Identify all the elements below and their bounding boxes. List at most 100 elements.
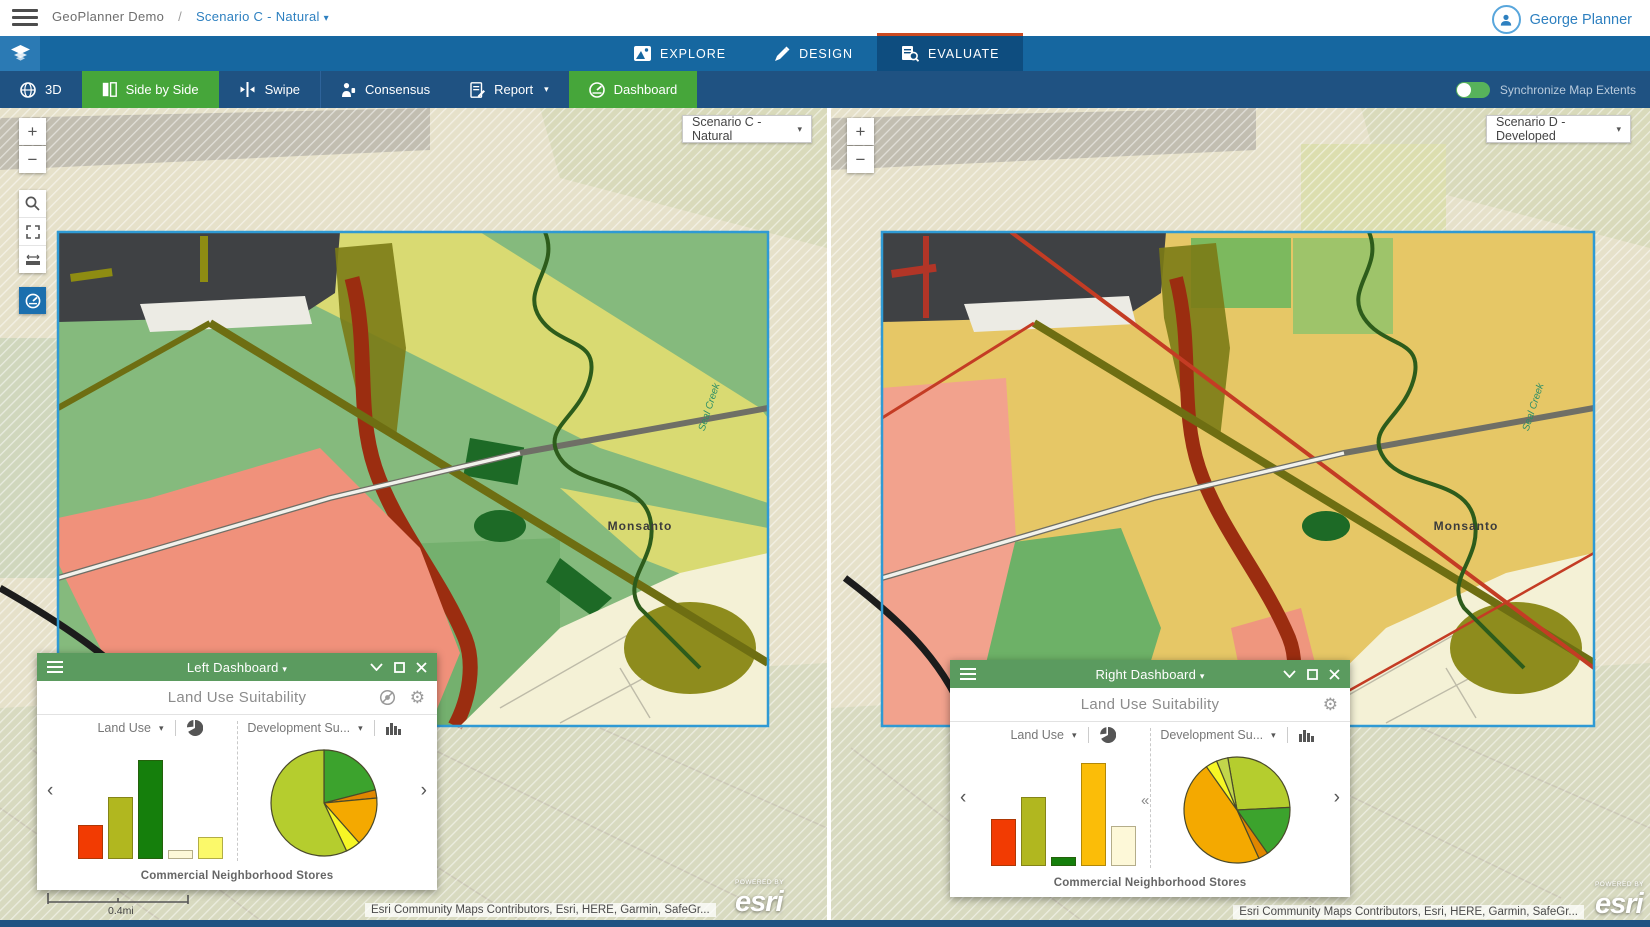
measure-button[interactable] [19, 246, 46, 273]
bar-1 [108, 797, 133, 859]
map-label-monsanto-right: Monsanto [1434, 519, 1499, 533]
gear-icon[interactable]: ⚙ [1323, 695, 1338, 715]
report-button[interactable]: Report ▾ [450, 71, 569, 108]
chevron-down-icon: ▾ [282, 664, 287, 674]
attribution-left: Esri Community Maps Contributors, Esri, … [365, 903, 716, 917]
prev-page-arrow[interactable]: ‹ [960, 788, 966, 807]
chevron-down-icon: ▾ [1072, 730, 1077, 741]
left-dashboard-body: ‹ › Land Use ▾ Development Su... ▾ [37, 715, 437, 867]
swipe-button[interactable]: Swipe [219, 71, 320, 108]
bar-chart-icon[interactable] [1299, 728, 1314, 742]
bar-4 [1111, 826, 1136, 866]
explore-icon [634, 46, 651, 61]
development-suitability-widget: Development Su... ▾ [243, 715, 405, 859]
next-page-arrow[interactable]: › [1334, 788, 1340, 807]
close-icon[interactable] [1329, 669, 1340, 680]
dashboard-footer-label: Commercial Neighborhood Stores [37, 867, 437, 894]
maximize-icon[interactable] [394, 662, 405, 673]
tab-label: DESIGN [799, 47, 853, 61]
bar-2 [1051, 857, 1076, 866]
zoom-in-button[interactable]: + [19, 118, 46, 145]
collapse-icon[interactable] [1283, 670, 1296, 678]
tab-evaluate[interactable]: EVALUATE [877, 33, 1023, 71]
toolbar-label: 3D [45, 82, 62, 97]
user-menu[interactable]: George Planner [1492, 5, 1632, 34]
scenario-selector-right[interactable]: Scenario D - Developed ▾ [1486, 115, 1631, 143]
avatar [1492, 5, 1521, 34]
chevron-down-icon: ▾ [324, 13, 329, 24]
dashboard-footer-label: Commercial Neighborhood Stores [950, 874, 1350, 901]
widget-divider [237, 721, 238, 861]
synchronize-label: Synchronize Map Extents [1500, 83, 1636, 97]
tab-design[interactable]: DESIGN [750, 36, 877, 71]
app-title: GeoPlanner Demo [52, 9, 164, 24]
search-icon [25, 196, 40, 211]
left-dashboard-header[interactable]: Left Dashboard ▾ [37, 653, 437, 681]
globe-icon [20, 82, 36, 98]
attribution-right: Esri Community Maps Contributors, Esri, … [1233, 905, 1584, 919]
visibility-icon[interactable] [379, 689, 396, 706]
land-use-bar-chart [991, 754, 1136, 866]
bar-chart-icon[interactable] [386, 721, 401, 735]
pie-chart-icon[interactable] [1100, 727, 1116, 743]
close-icon[interactable] [416, 662, 427, 673]
pie-chart-icon[interactable] [187, 720, 203, 736]
scenario-breadcrumb-dropdown[interactable]: Scenario C - Natural ▾ [196, 9, 329, 24]
person-icon [1499, 13, 1513, 27]
measure-icon [25, 254, 41, 266]
full-extent-button[interactable] [19, 218, 46, 246]
toggle-knob [1457, 83, 1471, 97]
chevron-down-icon: ▾ [1616, 124, 1621, 135]
zoom-in-button-right[interactable]: + [847, 118, 874, 145]
side-by-side-button[interactable]: Side by Side [82, 71, 219, 108]
search-button[interactable] [19, 190, 46, 218]
development-suitability-pie-chart [1156, 748, 1318, 866]
scenario-selector-label: Scenario D - Developed [1496, 115, 1608, 143]
chevron-down-icon: ▾ [544, 84, 549, 95]
dashboard-map-tool-button[interactable] [19, 287, 46, 314]
prev-page-arrow[interactable]: ‹ [47, 781, 53, 800]
nav-bar: EXPLORE DESIGN EVALUATE [0, 36, 1650, 71]
scale-bar: 0.4mi [42, 891, 197, 915]
layers-icon [11, 45, 30, 62]
widget-selector[interactable]: Development Su... [247, 721, 350, 735]
right-dashboard-body: ‹ › « Land Use ▾ Development Su... ▾ [950, 722, 1350, 874]
right-dashboard-header[interactable]: Right Dashboard ▾ [950, 660, 1350, 688]
evaluate-toolbar: 3D Side by Side Swipe Consensus Report ▾ [0, 71, 1650, 108]
development-suitability-pie-chart [243, 741, 405, 859]
hamburger-menu-icon[interactable] [12, 9, 38, 27]
consensus-button[interactable]: Consensus [321, 71, 450, 108]
mode-tabs: EXPLORE DESIGN EVALUATE [610, 36, 1023, 71]
scenario-selector-left[interactable]: Scenario C - Natural ▾ [682, 115, 812, 143]
zoom-out-button[interactable]: − [19, 146, 46, 173]
zoom-out-button-right[interactable]: − [847, 146, 874, 173]
layers-button[interactable] [0, 36, 40, 71]
bottom-strip [0, 920, 1650, 927]
tab-explore[interactable]: EXPLORE [610, 36, 750, 71]
tab-label: EXPLORE [660, 47, 726, 61]
gear-icon[interactable]: ⚙ [410, 688, 425, 708]
bar-0 [78, 825, 103, 859]
dashboard-button[interactable]: Dashboard [569, 71, 698, 108]
user-name: George Planner [1530, 12, 1632, 28]
suitability-title: Land Use Suitability [950, 696, 1350, 713]
right-dashboard-panel: Right Dashboard ▾ Land Use Suitability ⚙… [950, 660, 1350, 897]
widget-selector[interactable]: Development Su... [1160, 728, 1263, 742]
pencil-icon [774, 46, 790, 62]
toolbar-label: Swipe [265, 82, 300, 97]
land-use-widget: Land Use ▾ [982, 722, 1144, 866]
breadcrumb: GeoPlanner Demo / Scenario C - Natural ▾ [52, 9, 329, 24]
land-use-widget: Land Use ▾ [69, 715, 231, 859]
maximize-icon[interactable] [1307, 669, 1318, 680]
widget-selector[interactable]: Land Use [1010, 728, 1064, 742]
report-icon [470, 82, 485, 98]
bar-0 [991, 819, 1016, 866]
next-page-arrow[interactable]: › [421, 781, 427, 800]
synchronize-toggle[interactable] [1456, 82, 1490, 98]
widget-selector[interactable]: Land Use [97, 721, 151, 735]
chevron-down-icon: ▾ [159, 723, 164, 734]
consensus-icon [341, 82, 356, 98]
bar-1 [1021, 797, 1046, 866]
3d-button[interactable]: 3D [0, 71, 82, 108]
collapse-icon[interactable] [370, 663, 383, 671]
